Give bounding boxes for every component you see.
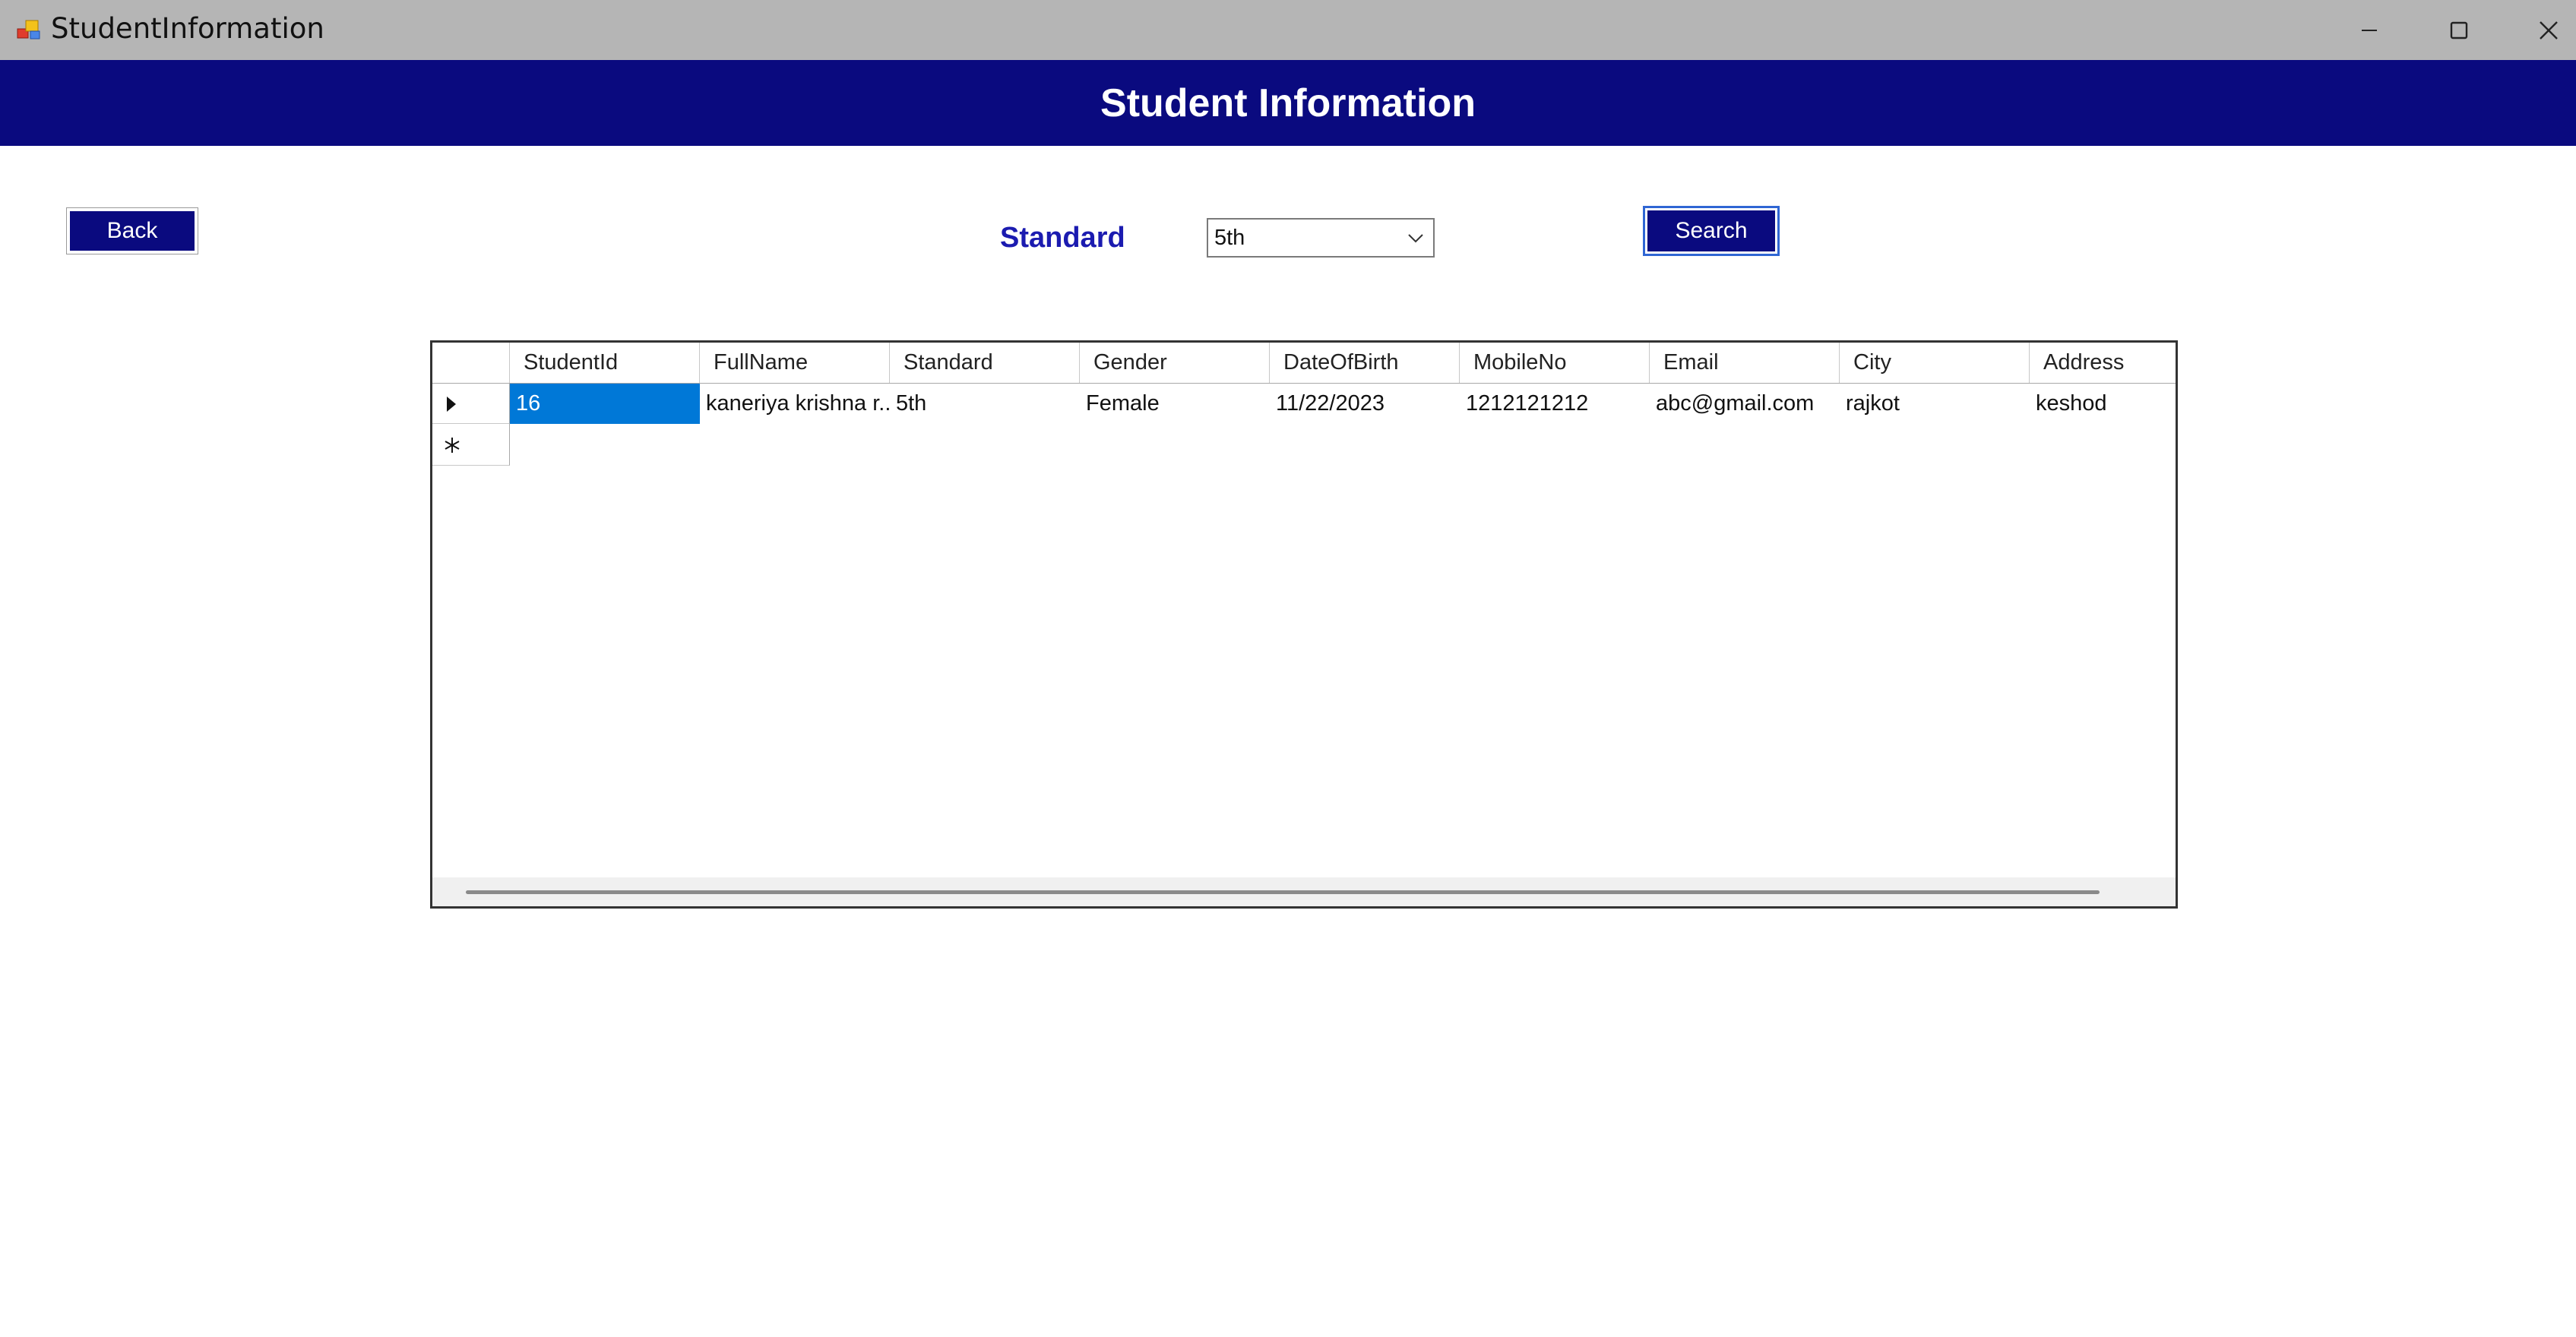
column-header-studentid[interactable]: StudentId — [510, 343, 700, 383]
grid-header-row: StudentId FullName Standard Gender DateO… — [432, 343, 2176, 384]
close-button[interactable] — [2505, 0, 2576, 60]
student-data-grid[interactable]: StudentId FullName Standard Gender DateO… — [430, 340, 2178, 909]
search-button[interactable]: Search — [1643, 206, 1780, 256]
column-header-fullname[interactable]: FullName — [700, 343, 890, 383]
header-banner: Student Information — [0, 60, 2576, 146]
chevron-down-icon[interactable] — [1406, 230, 1426, 245]
column-header-standard[interactable]: Standard — [890, 343, 1080, 383]
cell-mobileno[interactable]: 1212121212 — [1460, 384, 1650, 424]
cell-gender[interactable]: Female — [1080, 384, 1270, 424]
title-bar[interactable]: StudentInformation — [0, 0, 2576, 60]
minimize-button[interactable] — [2325, 0, 2413, 60]
cell-dateofbirth[interactable]: 11/22/2023 — [1270, 384, 1460, 424]
horizontal-scrollbar[interactable] — [432, 877, 2176, 906]
cell-email[interactable]: abc@gmail.com — [1650, 384, 1840, 424]
scrollbar-thumb[interactable] — [466, 890, 2100, 894]
minimize-icon — [2362, 29, 2377, 31]
standard-label: Standard — [1000, 222, 1125, 254]
cell-address[interactable]: keshod — [2030, 384, 2176, 424]
cell-studentid[interactable]: 16 — [510, 384, 700, 424]
column-header-dateofbirth[interactable]: DateOfBirth — [1270, 343, 1460, 383]
column-header-email[interactable]: Email — [1650, 343, 1840, 383]
maximize-icon — [2450, 21, 2468, 39]
app-icon — [17, 20, 40, 40]
standard-select-value: 5th — [1214, 226, 1245, 250]
standard-select[interactable]: 5th — [1207, 218, 1435, 258]
maximize-button[interactable] — [2415, 0, 2503, 60]
back-button[interactable]: Back — [66, 207, 198, 254]
grid-corner-cell[interactable] — [432, 343, 510, 383]
cell-city[interactable]: rajkot — [1840, 384, 2030, 424]
column-header-city[interactable]: City — [1840, 343, 2030, 383]
page-title: Student Information — [1100, 81, 1476, 125]
column-header-mobileno[interactable]: MobileNo — [1460, 343, 1650, 383]
new-row-asterisk-icon — [445, 438, 460, 453]
window-title: StudentInformation — [51, 12, 324, 45]
column-header-address[interactable]: Address — [2030, 343, 2176, 383]
cell-standard[interactable]: 5th — [890, 384, 1080, 424]
close-icon — [2540, 21, 2558, 40]
row-header-current[interactable] — [432, 384, 510, 424]
current-row-arrow-icon — [447, 397, 456, 412]
column-header-gender[interactable]: Gender — [1080, 343, 1270, 383]
cell-fullname[interactable]: kaneriya krishna r... — [700, 384, 890, 424]
row-header-new[interactable] — [432, 424, 510, 466]
student-information-window: StudentInformation Student Information B… — [0, 0, 2576, 1337]
